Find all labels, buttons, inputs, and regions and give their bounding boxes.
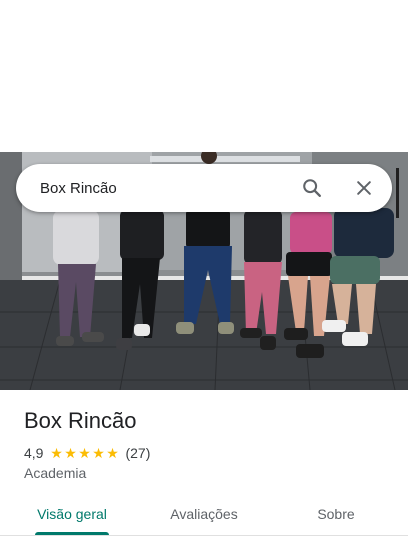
search-bar[interactable]: Box Rincão	[16, 164, 392, 212]
place-title: Box Rincão	[24, 408, 137, 433]
place-category: Academia	[24, 465, 87, 481]
search-icon	[303, 179, 321, 197]
search-input[interactable]: Box Rincão	[40, 180, 292, 197]
tab-about[interactable]: Sobre	[290, 494, 382, 534]
star-icon: ★	[50, 444, 63, 461]
star-icon: ★	[78, 444, 91, 461]
star-rating: ★ ★ ★ ★ ★	[49, 445, 119, 462]
tab-reviews[interactable]: Avaliações	[148, 494, 260, 534]
tab-bar: Visão geral Avaliações Sobre	[0, 494, 408, 536]
tab-overview[interactable]: Visão geral	[20, 494, 124, 534]
rating-row[interactable]: 4,9 ★ ★ ★ ★ ★ (27)	[24, 444, 150, 462]
map-area-blank	[0, 0, 408, 152]
star-icon: ★	[64, 444, 77, 461]
search-button[interactable]	[292, 168, 332, 208]
close-button[interactable]	[344, 168, 384, 208]
rating-value: 4,9	[24, 445, 44, 461]
close-icon	[357, 181, 371, 195]
star-icon: ★	[92, 444, 105, 461]
review-count[interactable]: (27)	[125, 445, 150, 461]
star-icon: ★	[106, 444, 119, 461]
tabs-divider	[0, 535, 408, 536]
